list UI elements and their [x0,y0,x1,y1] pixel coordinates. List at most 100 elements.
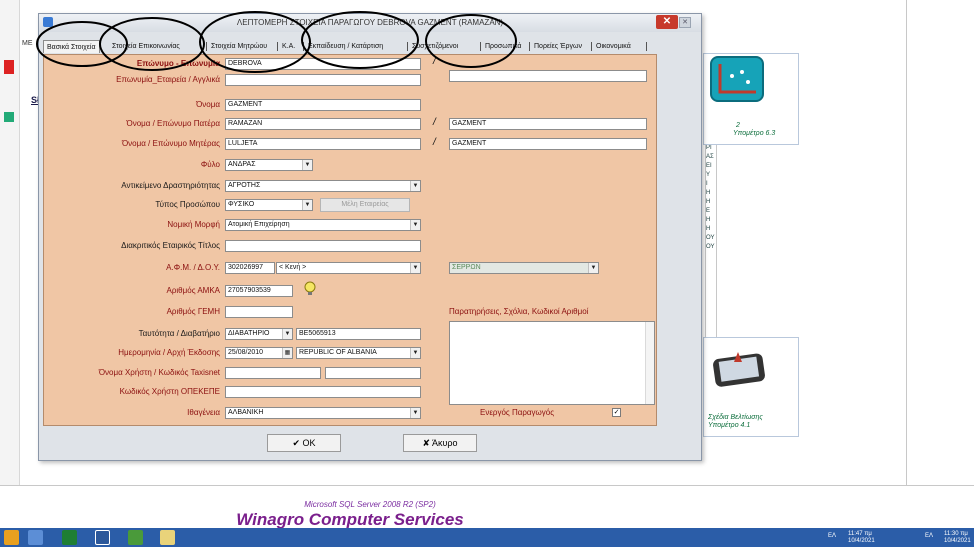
id-type-value: ΔΙΑΒΑΤΗΡΙΟ [228,330,270,337]
close-button[interactable]: ✕ [656,15,678,29]
afm-input[interactable]: 302026997 [225,262,275,274]
tab-associated[interactable]: Συσχετιζόμενοι [409,40,461,53]
nationality-label: Ιθαγένεια [187,408,220,417]
gender-value: ΑΝΔΡΑΣ [228,161,256,168]
nationality-value: ΑΛΒΑΝΙΚΗ [228,409,264,416]
father-first-input[interactable]: RAMAZAN [225,118,421,130]
tab-ka[interactable]: Κ.Α. [279,40,298,53]
gemi-label: Αριθμός ΓΕΜΗ [166,307,220,316]
file-explorer-icon[interactable] [28,530,43,545]
chevron-down-icon[interactable]: ▼ [588,263,598,273]
issue-date-input[interactable]: 25/08/2010 ▦ [225,347,293,359]
nationality-select[interactable]: ΑΛΒΑΝΙΚΗ ▼ [225,407,421,419]
taxisnet-user-input[interactable] [225,367,321,379]
company-en-input[interactable] [225,74,421,86]
side-list-item: Η [706,226,711,232]
separator-label: / [433,56,436,67]
dialog-titlebar[interactable]: ΛΕΠΤΟΜΕΡΗ ΣΤΟΙΧΕΙΑ ΠΑΡΑΓΩΓΟΥ DEBROVA GAZ… [39,14,701,32]
id-type-select[interactable]: ΔΙΑΒΑΤΗΡΙΟ ▼ [225,328,293,340]
notes-label: Παρατηρήσεις, Σχόλια, Κωδικοί Αριθμοί [449,307,589,316]
lightbulb-icon[interactable] [303,281,317,297]
sql-server-caption: Microsoft SQL Server 2008 R2 (SP2) [304,500,436,509]
basic-info-form: Επώνυμο - Επωνυμία DEBROVA / Επωνυμία_Ετ… [43,54,657,426]
start-icon[interactable] [4,530,19,545]
clock-2[interactable]: 11:30 πμ 10/4/2021 [944,531,971,545]
tab-separator [480,42,481,51]
region-select[interactable]: ΣΕΡΡΩΝ ▼ [449,262,599,274]
language-indicator-2[interactable]: ΕΛ [925,533,933,539]
tab-contact-info[interactable]: Στοιχεία Επικοινωνίας [109,40,183,53]
side-list-item: Η [706,199,711,205]
surname-input[interactable]: DEBROVA [225,58,421,70]
activity-select[interactable]: ΑΓΡΟΤΗΣ ▼ [225,180,421,192]
excel-icon[interactable] [62,530,77,545]
tab-registry-info[interactable]: Στοιχεία Μητρώου [208,40,270,53]
side-list-item: Υ [706,172,711,178]
side-list-item: ΟΥ [706,244,715,250]
side-list-item: Η [706,217,711,223]
divider [0,485,974,486]
doy-select[interactable]: < Κενή > ▼ [276,262,421,274]
chevron-down-icon[interactable]: ▼ [410,220,420,230]
phone-map-icon [712,348,768,392]
tab-project-progress[interactable]: Πορείες Έργων [531,40,585,53]
legal-form-label: Νομική Μορφή [167,220,220,229]
first-name-input[interactable]: GAZMENT [225,99,421,111]
person-type-select[interactable]: ΦΥΣΙΚΟ ▼ [225,199,313,211]
chevron-down-icon[interactable]: ▼ [410,348,420,358]
cancel-button[interactable]: ✘ Άκυρο [403,434,477,452]
legal-form-select[interactable]: Ατομική Επιχείρηση ▼ [225,219,421,231]
chevron-down-icon[interactable]: ▼ [410,263,420,273]
gender-select[interactable]: ΑΝΔΡΑΣ ▼ [225,159,313,171]
calendar-icon[interactable]: ▦ [282,348,292,358]
afm-doy-label: Α.Φ.Μ. / Δ.Ο.Υ. [166,263,220,272]
chevron-down-icon[interactable]: ▼ [302,160,312,170]
divider [906,0,907,485]
trade-title-input[interactable] [225,240,421,252]
company-members-button[interactable]: Μέλη Εταιρείας [320,198,410,212]
opekepe-input[interactable] [225,386,421,398]
region-value: ΣΕΡΡΩΝ [452,264,481,271]
notes-scrollbar[interactable] [645,322,654,404]
secondary-close-button[interactable]: ✕ [679,17,691,28]
clock[interactable]: 11:47 πμ 10/4/2021 [848,531,875,545]
separator-label: / [433,117,436,128]
clock-time-2: 11:30 πμ [944,531,968,537]
mother-last-input[interactable]: GAZMENT [449,138,647,150]
word-icon[interactable] [95,530,110,545]
tab-separator [303,42,304,51]
tile-submeasure-6-3[interactable]: 2 Υπομέτρο 6.3 [703,53,799,145]
chevron-down-icon[interactable]: ▼ [302,200,312,210]
gemi-input[interactable] [225,306,293,318]
trade-title-label: Διακριτικός Εταιρικός Τίτλος [121,241,220,250]
left-toolbar-strip [0,0,20,485]
chevron-down-icon[interactable]: ▼ [410,181,420,191]
id-number-input[interactable]: BE5065913 [296,328,421,340]
clock-date: 10/4/2021 [848,538,875,544]
graph-icon [710,56,764,102]
clock-time: 11:47 πμ [848,531,872,537]
notes-textarea[interactable] [449,321,655,405]
legal-form-value: Ατομική Επιχείρηση [228,221,290,228]
language-indicator[interactable]: ΕΛ [828,533,836,539]
app-icon[interactable] [128,530,143,545]
father-label: Όνομα / Επώνυμο Πατέρα [126,119,221,128]
tab-financial[interactable]: Οικονομικά [593,40,634,53]
surname-alt-input[interactable] [449,70,647,82]
father-last-input[interactable]: GAZMENT [449,118,647,130]
tab-basic-info[interactable]: Βασικά Στοιχεία [43,40,100,53]
taxisnet-password-input[interactable] [325,367,421,379]
paint-icon[interactable] [160,530,175,545]
amka-input[interactable]: 27057903539 [225,285,293,297]
ok-button[interactable]: ✔ OK [267,434,341,452]
mother-first-input[interactable]: LULJETA [225,138,421,150]
surname-label: Επώνυμο - Επωνυμία [136,59,220,68]
chevron-down-icon[interactable]: ▼ [282,329,292,339]
active-producer-checkbox[interactable]: ✓ [612,408,621,417]
chevron-down-icon[interactable]: ▼ [410,408,420,418]
windows-taskbar: 11:47 πμ 10/4/2021 ΕΛ ΕΛ 11:30 πμ 10/4/2… [0,528,974,547]
tile-submeasure-4-1[interactable]: Σχέδια Βελτίωσης Υπομέτρο 4.1 [703,337,799,437]
tab-personal[interactable]: Προσωπικά [482,40,524,53]
issue-authority-select[interactable]: REPUBLIC OF ALBANIA ▼ [296,347,421,359]
tab-education[interactable]: Εκπαίδευση / Κατάρτιση [305,40,386,53]
